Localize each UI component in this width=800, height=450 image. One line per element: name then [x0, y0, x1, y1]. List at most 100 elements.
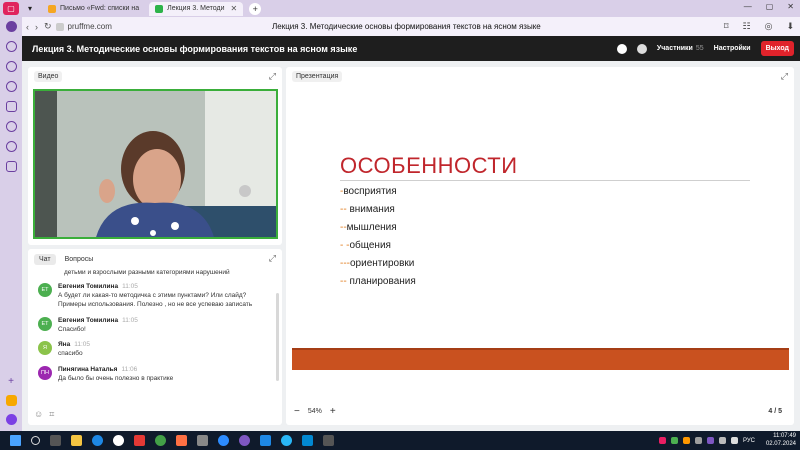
- message-author: Яна: [58, 341, 71, 349]
- translate-icon[interactable]: ◎: [765, 21, 773, 32]
- system-tray: РУС 11:07:49 02.07.2024: [658, 433, 796, 447]
- message-time: 11:05: [122, 316, 138, 324]
- zoom-out-button[interactable]: −: [294, 406, 300, 417]
- webinar-main: Видео ⤢ Чат Вопросы ⤢ детьми и взрослыми…: [22, 61, 800, 431]
- tab-questions[interactable]: Вопросы: [60, 254, 99, 265]
- reload-icon[interactable]: ↻: [44, 21, 52, 32]
- raise-hand-icon[interactable]: [636, 43, 647, 54]
- message-time: 11:05: [74, 341, 91, 349]
- settings-button[interactable]: Настройки: [714, 45, 751, 52]
- store-icon[interactable]: [176, 435, 187, 446]
- chat-panel: Чат Вопросы ⤢ детьми и взрослыми разными…: [28, 249, 282, 425]
- yandex-icon[interactable]: [134, 435, 145, 446]
- pinned-app-icon[interactable]: [323, 435, 334, 446]
- volume-icon[interactable]: [730, 437, 738, 444]
- games-icon[interactable]: [5, 161, 17, 172]
- avatar: ПН: [38, 366, 52, 381]
- video-app-icon[interactable]: [218, 435, 229, 446]
- word-icon[interactable]: [260, 435, 271, 446]
- maximize-icon[interactable]: ▢: [766, 2, 774, 11]
- clock-time: 11:07:49: [773, 433, 796, 440]
- chrome-icon[interactable]: [155, 435, 166, 446]
- tray-app-icon[interactable]: [706, 437, 714, 444]
- chat-message: Я Яна 11:05 спасибо: [34, 341, 274, 359]
- message-author: Евгения Томилина: [58, 283, 119, 290]
- bullet-dash: --: [340, 222, 347, 233]
- zoom-in-button[interactable]: +: [330, 406, 336, 417]
- add-panel-icon[interactable]: +: [8, 376, 14, 387]
- edge-icon[interactable]: [92, 435, 103, 446]
- tab-lecture[interactable]: Лекция 3. Методи ✕: [149, 1, 244, 16]
- video-panel: Видео ⤢: [28, 67, 282, 245]
- alice-icon[interactable]: [5, 414, 17, 425]
- site-info-icon[interactable]: [55, 22, 64, 31]
- tray-app-icon[interactable]: [670, 437, 678, 444]
- new-tab-button[interactable]: +: [249, 2, 262, 15]
- participants-button[interactable]: Участники 55: [657, 45, 704, 52]
- emoji-picker-icon[interactable]: ☺: [34, 409, 43, 419]
- zoom-app-icon[interactable]: [197, 435, 208, 446]
- downloads-icon[interactable]: [5, 81, 17, 92]
- yandex-browser-icon[interactable]: [113, 435, 124, 446]
- extensions-icon[interactable]: ⬇: [786, 21, 794, 32]
- tab-mail[interactable]: Письмо «Fwd: списки на: [42, 2, 145, 16]
- participants-count: 55: [695, 45, 704, 52]
- slide-divider: [340, 180, 750, 181]
- music-icon[interactable]: [5, 121, 17, 132]
- back-icon[interactable]: ‹: [26, 22, 29, 32]
- message-time: 11:05: [122, 283, 138, 290]
- expand-presentation-icon[interactable]: ⤢: [781, 71, 788, 82]
- message-text: А будет ли какая-то методичка с этими пу…: [58, 292, 253, 308]
- slide-bullet: ---ориентировки: [340, 258, 414, 269]
- telegram-icon[interactable]: [281, 435, 292, 446]
- bullet-text: ориентировки: [350, 258, 415, 269]
- network-icon[interactable]: [718, 437, 726, 444]
- message-text: Да было бы очень полезно в практике: [58, 375, 174, 383]
- home-icon[interactable]: [5, 21, 17, 32]
- video-panel-label: Видео: [34, 71, 63, 82]
- message-text: Спасибо!: [58, 325, 86, 333]
- participants-label: Участники: [656, 45, 693, 52]
- tray-app-icon[interactable]: [682, 437, 690, 444]
- collections-icon[interactable]: [5, 101, 17, 112]
- chat-input[interactable]: ☺ ⌗: [34, 407, 276, 421]
- language-indicator[interactable]: РУС: [743, 438, 755, 444]
- clock[interactable]: 11:07:49 02.07.2024: [766, 433, 796, 447]
- bookmarks-icon[interactable]: [5, 41, 17, 52]
- bullet-text: планирования: [349, 276, 416, 287]
- expand-chat-icon[interactable]: ⤢: [269, 253, 276, 264]
- close-window-icon[interactable]: ✕: [787, 2, 794, 11]
- expand-video-icon[interactable]: ⤢: [269, 71, 276, 82]
- attach-icon[interactable]: ⌗: [49, 409, 54, 420]
- slide-bullet: -восприятия: [340, 186, 397, 197]
- exit-button[interactable]: Выход: [760, 41, 794, 56]
- slide-bullet: -- внимания: [340, 204, 395, 215]
- tray-app-icon[interactable]: [694, 437, 702, 444]
- reading-mode-icon[interactable]: ☷: [743, 21, 751, 32]
- message-author: Евгения Томилина: [58, 316, 119, 324]
- tab-close-icon[interactable]: ✕: [231, 4, 238, 13]
- emoji-icon[interactable]: [616, 43, 627, 54]
- forward-icon[interactable]: ›: [35, 22, 38, 32]
- slide-footer-band: [292, 348, 789, 370]
- pruffme-favicon-icon: [155, 4, 164, 13]
- browser-menu-icon[interactable]: ▢: [3, 2, 19, 15]
- history-icon[interactable]: [5, 61, 17, 72]
- chat-scrollbar[interactable]: [276, 293, 279, 381]
- bullet-text: мышления: [346, 222, 397, 233]
- tab-dropdown-icon[interactable]: ▾: [22, 2, 38, 15]
- explorer-icon[interactable]: [71, 435, 82, 446]
- task-view-icon[interactable]: [50, 435, 61, 446]
- windows-start-icon[interactable]: [10, 435, 21, 446]
- market-icon[interactable]: [5, 395, 17, 406]
- presentation-slide: ОСОБЕННОСТИ -восприятия -- внимания --мы…: [292, 89, 789, 389]
- bookmark-icon[interactable]: ⌑: [724, 21, 729, 32]
- tab-chat[interactable]: Чат: [34, 254, 56, 265]
- viber-icon[interactable]: [239, 435, 250, 446]
- tray-app-icon[interactable]: [658, 437, 666, 444]
- outlook-icon[interactable]: [302, 435, 313, 446]
- minimize-icon[interactable]: —: [744, 2, 752, 11]
- messenger-icon[interactable]: [5, 141, 17, 152]
- search-icon[interactable]: [31, 436, 40, 445]
- address-input[interactable]: pruffme.com: [68, 22, 112, 31]
